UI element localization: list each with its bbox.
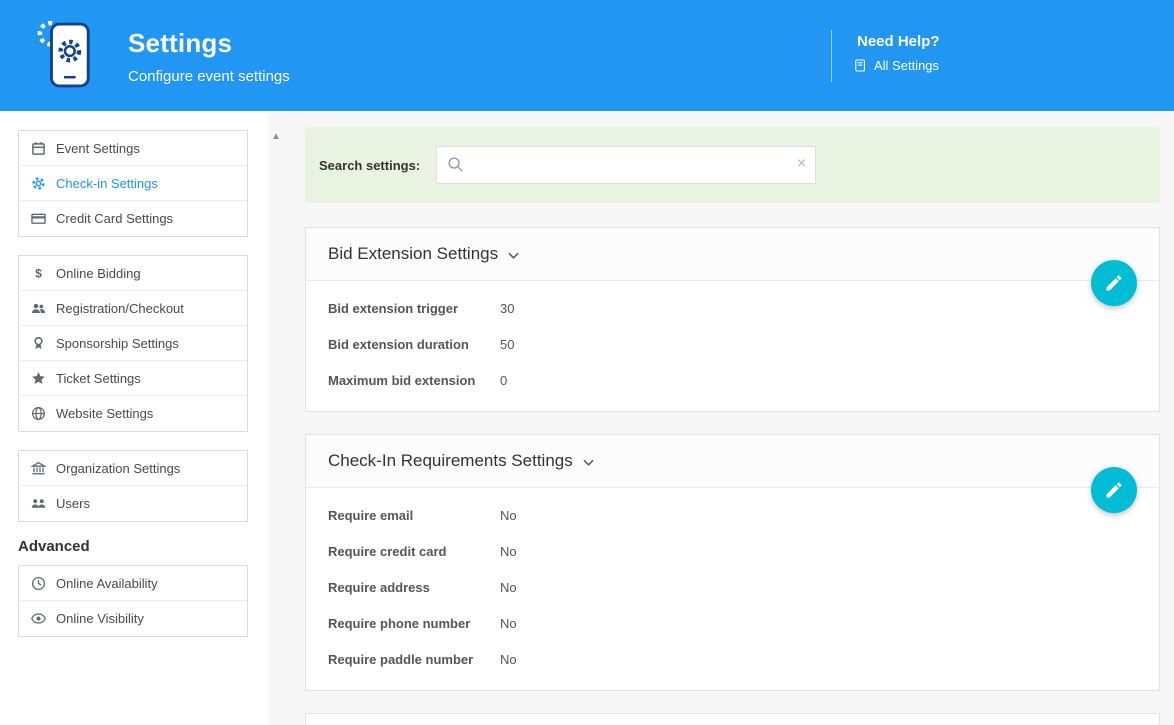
left-panel: Event Settings Check-in Settings	[0, 111, 268, 725]
sidebar-item-ticket-settings[interactable]: Ticket Settings	[19, 361, 247, 396]
award-ribbon-icon	[30, 336, 46, 351]
settings-sidebar: Event Settings Check-in Settings	[18, 130, 248, 655]
star-icon	[30, 371, 46, 386]
chevron-down-icon	[583, 459, 594, 466]
sidebar-item-label: Users	[56, 496, 90, 511]
credit-card-icon	[30, 211, 46, 226]
users-icon	[30, 496, 46, 511]
settings-card-partial	[305, 713, 1160, 725]
setting-label: Bid extension trigger	[328, 301, 500, 316]
edit-checkin-requirements-button[interactable]	[1091, 467, 1137, 513]
setting-value: 30	[500, 301, 514, 316]
page-subtitle: Configure event settings	[128, 68, 290, 85]
search-box: ×	[436, 146, 816, 184]
dollar-icon: $	[30, 266, 46, 281]
setting-row: Require address No	[328, 569, 1137, 605]
sidebar-item-label: Registration/Checkout	[56, 301, 184, 316]
sidebar-item-label: Online Bidding	[56, 266, 141, 281]
sidebar-item-organization-settings[interactable]: Organization Settings	[19, 451, 247, 486]
sidebar-item-online-visibility[interactable]: Online Visibility	[19, 601, 247, 636]
pencil-icon	[1104, 273, 1124, 293]
setting-label: Require phone number	[328, 616, 500, 631]
sidebar-item-label: Online Visibility	[56, 611, 144, 626]
clock-icon	[30, 576, 46, 591]
sidebar-item-users[interactable]: Users	[19, 486, 247, 521]
setting-value: No	[500, 508, 517, 523]
settings-phone-logo-icon	[36, 16, 94, 97]
page-title: Settings	[128, 28, 232, 59]
svg-text:$: $	[35, 266, 42, 280]
header-divider	[831, 30, 832, 82]
setting-value: 0	[500, 373, 507, 388]
card-header-checkin-requirements[interactable]: Check-In Requirements Settings	[306, 435, 1159, 488]
document-icon	[855, 59, 866, 72]
clear-search-icon[interactable]: ×	[797, 154, 806, 174]
sidebar-item-label: Organization Settings	[56, 461, 180, 476]
sidebar-group-selling: $ Online Bidding Registration/Checkout	[18, 255, 248, 432]
sidebar-item-label: Credit Card Settings	[56, 211, 173, 226]
sidebar-item-label: Event Settings	[56, 141, 140, 156]
advanced-section-heading: Advanced	[18, 538, 248, 555]
setting-value: No	[500, 580, 517, 595]
search-input[interactable]	[436, 146, 816, 184]
settings-card-bid-extension: Bid Extension Settings Bid extension tri…	[305, 227, 1160, 412]
sidebar-item-registration-checkout[interactable]: Registration/Checkout	[19, 291, 247, 326]
setting-row: Require email No	[328, 497, 1137, 533]
settings-card-checkin-requirements: Check-In Requirements Settings Require e…	[305, 434, 1160, 691]
card-title: Bid Extension Settings	[328, 244, 498, 264]
search-icon	[447, 156, 464, 178]
people-icon	[30, 301, 46, 316]
all-settings-link[interactable]: All Settings	[855, 58, 939, 73]
setting-label: Require address	[328, 580, 500, 595]
sidebar-item-credit-card-settings[interactable]: Credit Card Settings	[19, 201, 247, 236]
sidebar-group-event: Event Settings Check-in Settings	[18, 130, 248, 237]
sidebar-item-label: Sponsorship Settings	[56, 336, 179, 351]
setting-label: Maximum bid extension	[328, 373, 500, 388]
sidebar-item-sponsorship-settings[interactable]: Sponsorship Settings	[19, 326, 247, 361]
card-body: Require email No Require credit card No …	[306, 488, 1159, 690]
sidebar-item-event-settings[interactable]: Event Settings	[19, 131, 247, 166]
setting-row: Require phone number No	[328, 605, 1137, 641]
sidebar-item-label: Ticket Settings	[56, 371, 141, 386]
sidebar-item-label: Online Availability	[56, 576, 158, 591]
gear-icon	[30, 176, 46, 191]
chevron-down-icon	[508, 252, 519, 259]
sidebar-item-label: Website Settings	[56, 406, 153, 421]
setting-label: Require email	[328, 508, 500, 523]
all-settings-label: All Settings	[874, 58, 939, 73]
calendar-icon	[30, 141, 46, 156]
bank-icon	[30, 461, 46, 476]
globe-icon	[30, 406, 46, 421]
setting-row: Require credit card No	[328, 533, 1137, 569]
sidebar-item-online-availability[interactable]: Online Availability	[19, 566, 247, 601]
setting-row: Bid extension duration 50	[328, 326, 1137, 362]
card-header-bid-extension[interactable]: Bid Extension Settings	[306, 228, 1159, 281]
search-settings-panel: Search settings: ×	[305, 127, 1160, 203]
sidebar-group-org: Organization Settings Users	[18, 450, 248, 522]
main-content: Search settings: × Bid Extension Setting…	[268, 111, 1174, 725]
need-help-label: Need Help?	[857, 33, 940, 50]
setting-value: No	[500, 652, 517, 667]
card-title: Check-In Requirements Settings	[328, 451, 573, 471]
setting-label: Bid extension duration	[328, 337, 500, 352]
edit-bid-extension-button[interactable]	[1091, 260, 1137, 306]
sidebar-item-online-bidding[interactable]: $ Online Bidding	[19, 256, 247, 291]
search-settings-label: Search settings:	[319, 158, 420, 173]
setting-row: Bid extension trigger 30	[328, 290, 1137, 326]
sidebar-item-website-settings[interactable]: Website Settings	[19, 396, 247, 431]
sidebar-item-label: Check-in Settings	[56, 176, 158, 191]
setting-row: Maximum bid extension 0	[328, 362, 1137, 398]
setting-value: 50	[500, 337, 514, 352]
setting-row: Require paddle number No	[328, 641, 1137, 677]
setting-value: No	[500, 616, 517, 631]
setting-label: Require paddle number	[328, 652, 500, 667]
pencil-icon	[1104, 480, 1124, 500]
sidebar-group-advanced: Online Availability Online Visibility	[18, 565, 248, 637]
eye-icon	[30, 611, 46, 626]
setting-label: Require credit card	[328, 544, 500, 559]
sidebar-item-checkin-settings[interactable]: Check-in Settings	[19, 166, 247, 201]
app-header: Settings Configure event settings Need H…	[0, 0, 1174, 111]
card-body: Bid extension trigger 30 Bid extension d…	[306, 281, 1159, 411]
setting-value: No	[500, 544, 517, 559]
